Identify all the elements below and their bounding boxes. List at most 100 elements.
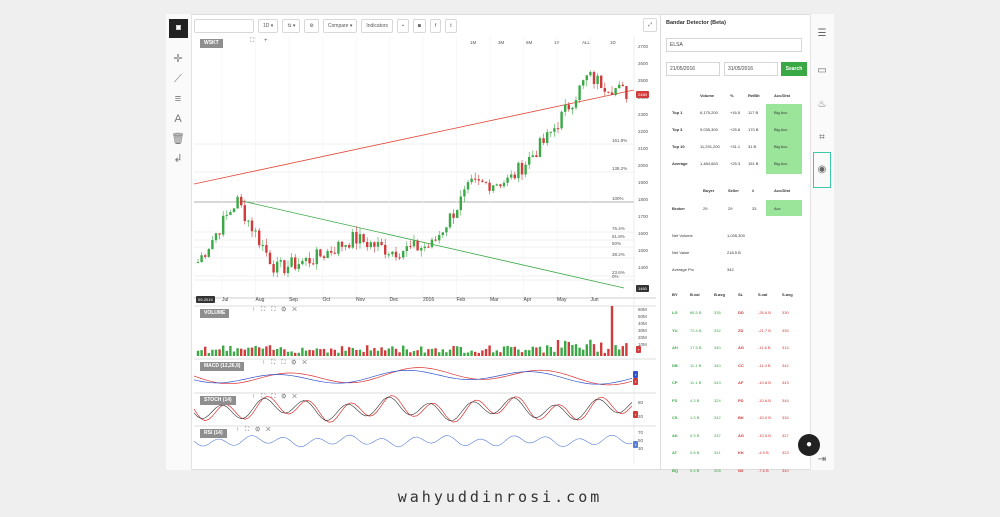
candle-body — [229, 212, 232, 215]
camera-icon[interactable]: ◙ — [412, 19, 426, 33]
symbol-tag: WSKT — [200, 39, 223, 48]
search-button[interactable]: Search — [781, 62, 807, 76]
symbol-search-input[interactable] — [194, 19, 254, 33]
range-6m[interactable]: 6M — [526, 40, 532, 45]
table-header: S.val — [758, 292, 768, 297]
range-all[interactable]: ALL — [582, 40, 590, 45]
volume-bar — [232, 351, 236, 356]
volume-bar — [337, 352, 340, 356]
fib-label: 0% — [612, 274, 619, 279]
table-cell: 6,175,200 — [700, 110, 718, 115]
macd-panel-controls[interactable]: ↑⛶⛶⚙✕ — [262, 360, 313, 367]
candle-body — [502, 182, 506, 187]
range-1d[interactable]: 1D — [610, 40, 616, 45]
watchlist-icon[interactable]: ☰ — [813, 26, 831, 42]
indicators-button[interactable]: Indicators — [361, 19, 394, 33]
x-axis-label: 2016 — [423, 297, 435, 303]
date-to-input[interactable]: 31/05/2016 — [724, 62, 778, 76]
fib-label: 61.8% — [612, 234, 625, 239]
analytics-icon[interactable]: ⌗ — [813, 130, 831, 146]
volume-bar — [420, 346, 423, 356]
symbol-input[interactable]: ELSA — [666, 38, 802, 52]
volume-bar — [265, 346, 268, 356]
save-icon[interactable]: ▪ — [397, 19, 409, 33]
compare-button[interactable]: Compare ▾ — [322, 19, 358, 33]
candle-body — [308, 257, 311, 264]
volume-bar — [207, 352, 210, 356]
table-cell: 1.3 B — [690, 415, 700, 420]
range-1y[interactable]: 1Y — [554, 40, 560, 45]
table-cell: 342 — [714, 415, 721, 420]
candle-body — [513, 174, 516, 179]
table-cell: Top 10 — [672, 144, 685, 149]
y-tick-label: 2100 — [638, 146, 649, 151]
settings-button[interactable]: ⚙ — [304, 19, 319, 33]
volume-bar — [308, 349, 311, 356]
table-cell: AG — [738, 432, 744, 438]
volume-bar — [585, 344, 588, 356]
table-cell: -10.0 B — [758, 415, 771, 420]
candle-body — [448, 213, 452, 228]
chart-type-button[interactable]: ⇅ ▾ — [282, 19, 301, 33]
table-cell: 117 B — [748, 110, 759, 115]
candle-body — [510, 174, 513, 178]
trash-icon[interactable]: 🗑 — [170, 132, 186, 146]
candle-body — [585, 75, 588, 81]
candle-body — [524, 164, 527, 175]
candle-body — [394, 251, 398, 258]
help-chat-icon[interactable]: ● — [798, 434, 820, 456]
expand-icon[interactable]: ⛶ — [250, 38, 254, 45]
table-cell: 343 — [714, 380, 721, 385]
candle-body — [398, 257, 401, 259]
rsi-panel-controls[interactable]: ↑⛶⚙✕ — [236, 427, 277, 434]
interval-select[interactable]: 1D ▾ — [258, 19, 279, 33]
table-cell: 327 — [782, 432, 789, 438]
add-icon[interactable]: + — [264, 38, 268, 44]
candle-body — [366, 242, 369, 248]
volume-bar — [524, 349, 527, 356]
twitter-icon[interactable]: t — [445, 19, 457, 33]
indicator-scale-label: 10M — [638, 342, 647, 347]
trendline-icon[interactable]: ⟋ — [170, 72, 186, 86]
candle-body — [535, 155, 538, 157]
candle-body — [247, 220, 250, 222]
volume-bar — [625, 343, 628, 356]
candle-body — [621, 84, 624, 87]
chat-icon[interactable]: ▭ — [813, 63, 831, 79]
fullscreen-icon[interactable]: ⤢ — [643, 18, 658, 32]
table-cell: 323 — [782, 450, 789, 455]
low-tag: 1460 — [636, 285, 649, 292]
range-1m[interactable]: 1M — [470, 40, 476, 45]
crosshair-icon[interactable]: ✛ — [170, 52, 186, 66]
volume-panel-controls[interactable]: ↑⛶⛶⚙✕ — [252, 307, 303, 314]
volume-bar — [236, 348, 239, 356]
fib-label: 76.4% — [612, 226, 625, 231]
volume-bar — [387, 348, 390, 356]
text-tool-icon[interactable]: A — [170, 112, 186, 126]
volume-bar — [448, 349, 452, 356]
candle-body — [380, 242, 383, 245]
candle-body — [564, 104, 567, 112]
volume-bar — [535, 347, 538, 356]
candle-body — [596, 75, 599, 85]
table-cell: -10.8 B — [758, 380, 771, 385]
y-tick-label: 2000 — [638, 163, 649, 168]
horizontal-line-icon[interactable]: ≡ — [170, 92, 186, 106]
date-from-input[interactable]: 21/05/2016 — [666, 62, 720, 76]
range-3m[interactable]: 3M — [498, 40, 504, 45]
indicator-scale-label: 40M — [638, 321, 647, 326]
table-cell: +25.3 — [730, 161, 741, 166]
logout-icon[interactable]: ⇥ — [813, 452, 831, 468]
volume-bar — [294, 352, 297, 356]
stoch-panel-controls[interactable]: ↑⛶⛶⚙✕ — [252, 394, 303, 401]
bandar-detector-icon[interactable]: ◉ — [813, 152, 831, 188]
undo-icon[interactable]: ↲ — [170, 152, 186, 166]
volume-bar — [459, 346, 462, 356]
table-cell: 341 — [714, 450, 721, 455]
fire-icon[interactable]: ♨ — [813, 97, 831, 113]
top-toolbar: 1D ▾ ⇅ ▾ ⚙ Compare ▾ Indicators ▪ ◙ f t — [194, 16, 662, 36]
table-cell: 170 B — [748, 127, 759, 132]
facebook-icon[interactable]: f — [429, 19, 442, 33]
candle-body — [204, 255, 207, 257]
table-cell: Big Acc — [774, 127, 788, 132]
